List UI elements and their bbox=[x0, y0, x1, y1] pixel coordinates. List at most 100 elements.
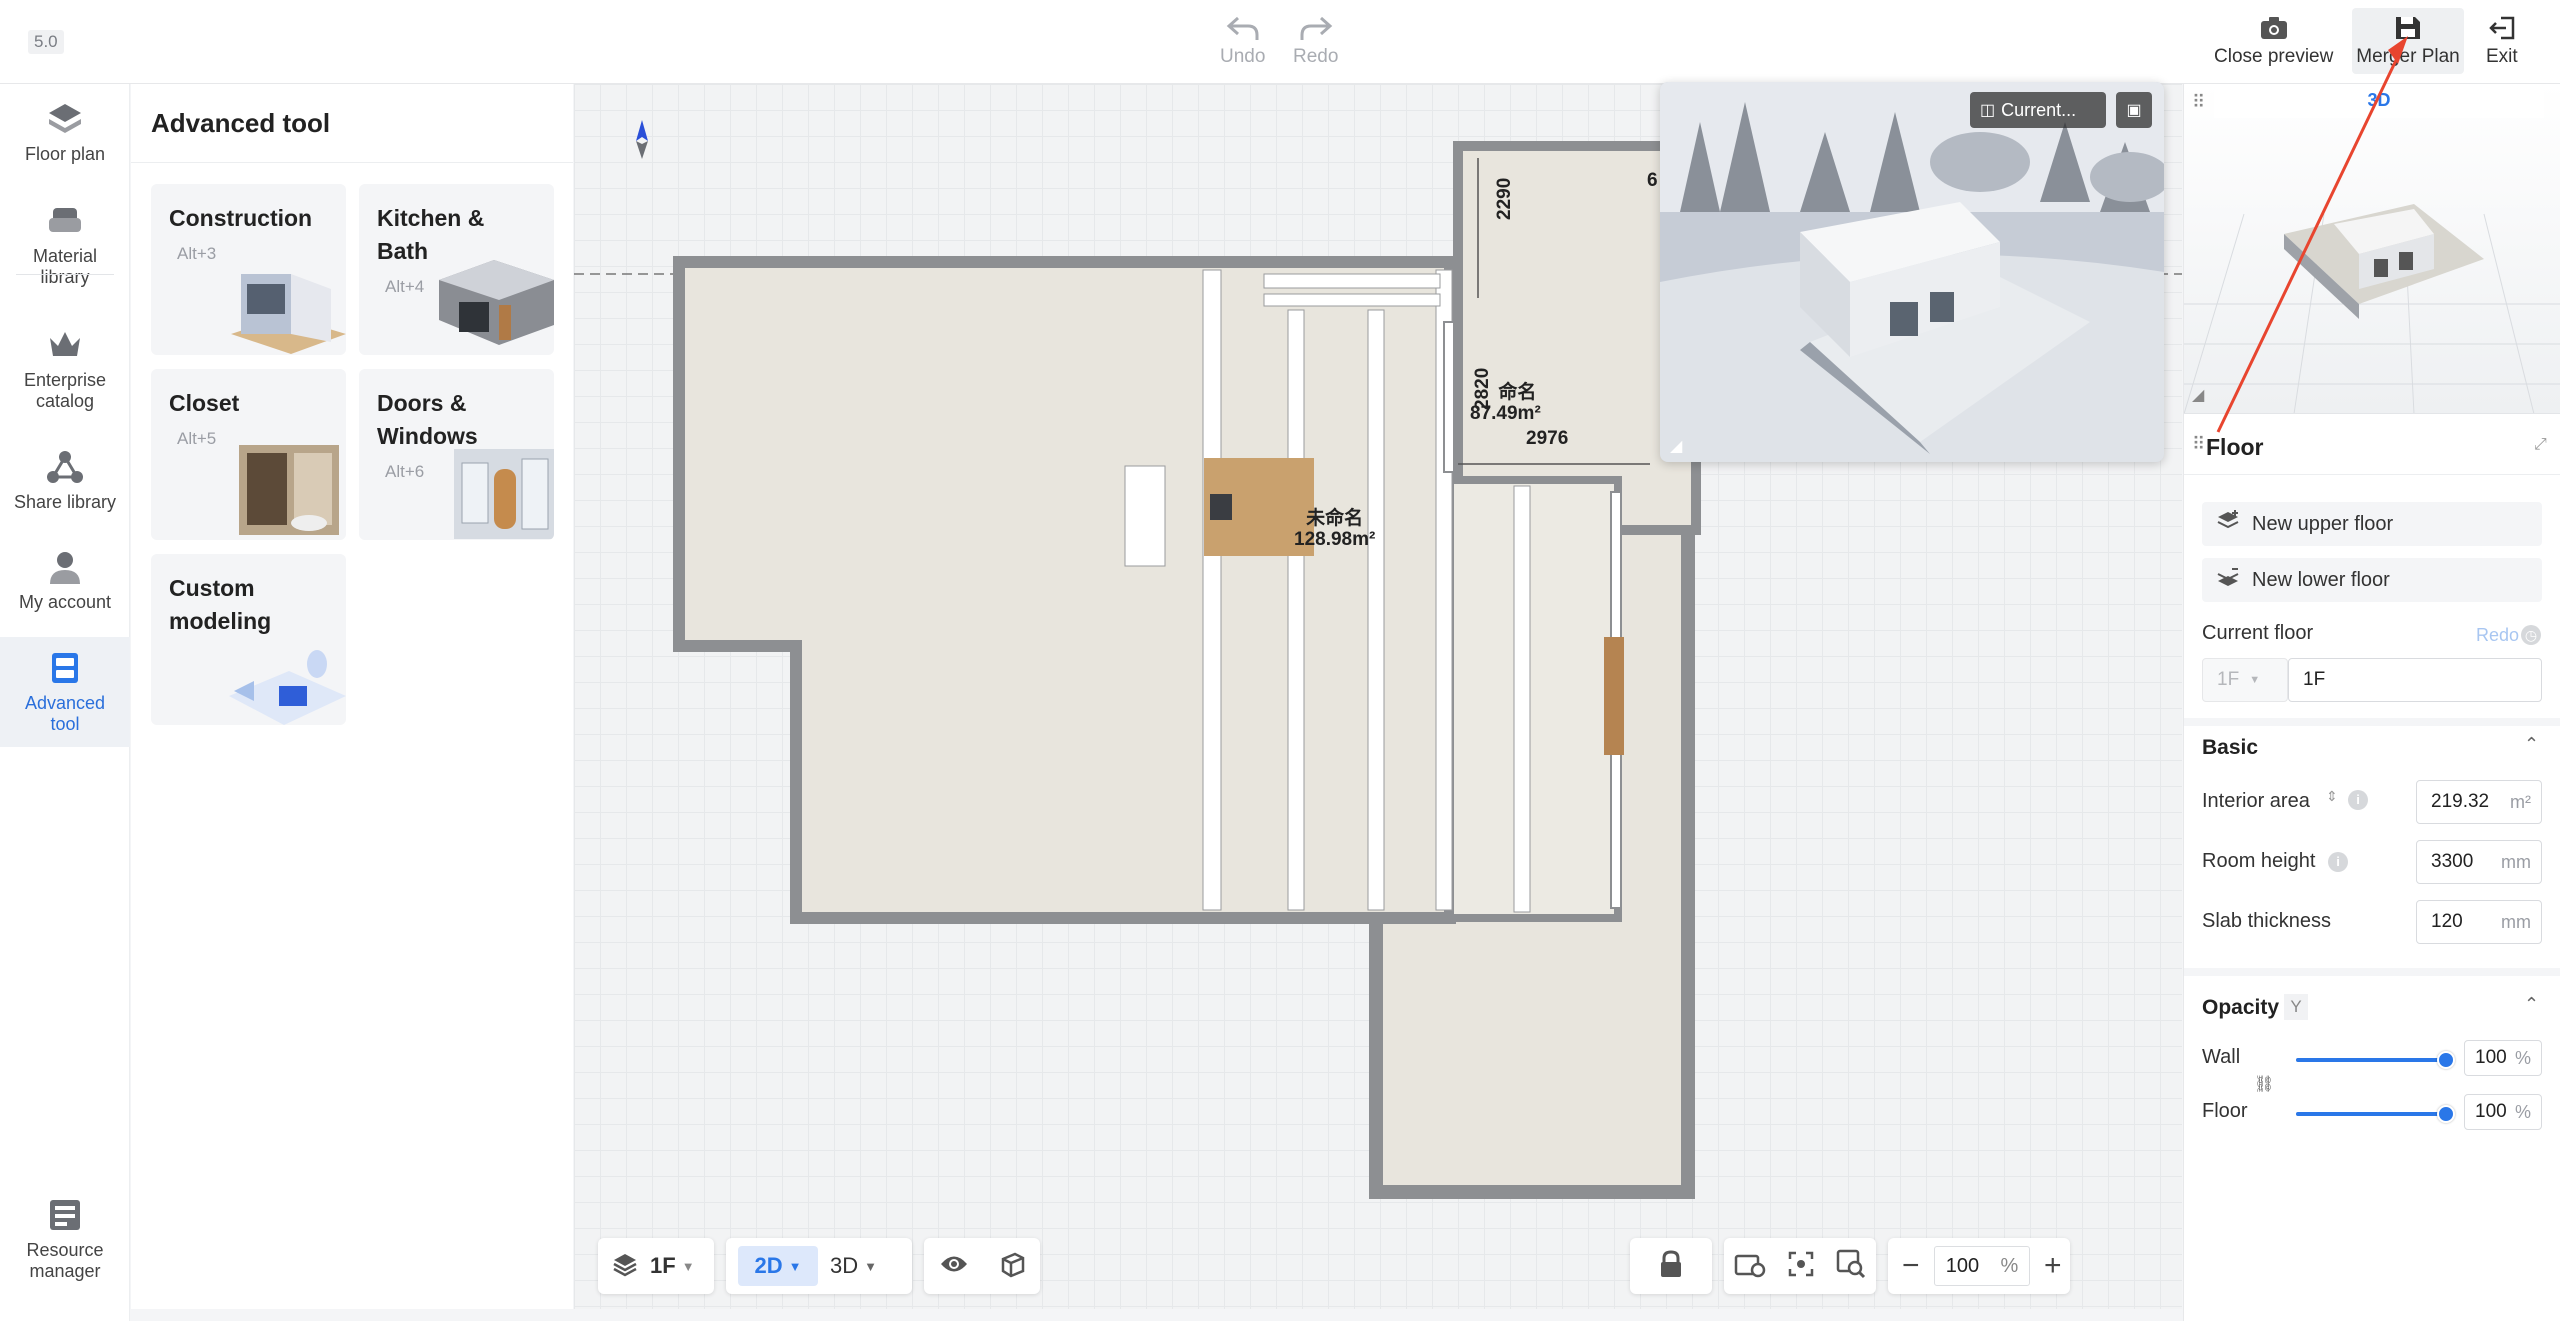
info-icon[interactable]: i bbox=[2328, 852, 2348, 872]
wall-slider-knob[interactable] bbox=[2437, 1051, 2455, 1069]
merger-plan-label: Merger Plan bbox=[2356, 46, 2460, 67]
nav-material-library[interactable]: Material library bbox=[0, 202, 130, 288]
drag-handle-icon[interactable]: ⠿ bbox=[2192, 434, 2205, 455]
advanced-tool-panel: Advanced tool Construction Alt+3 Kitchen… bbox=[131, 84, 573, 1309]
user-icon bbox=[46, 548, 84, 586]
mode-2d-label: 2D bbox=[754, 1253, 783, 1278]
chevron-up-icon[interactable]: ⌃ bbox=[2524, 994, 2539, 1015]
mode-3d-button[interactable]: 3D ▼ bbox=[830, 1253, 877, 1279]
lock-icon bbox=[1658, 1249, 1684, 1284]
3d-preview-window[interactable]: ◫ Current... ▣ ◢ bbox=[1660, 82, 2164, 462]
fullscreen-button[interactable]: ▣ bbox=[2116, 92, 2152, 128]
room-height-input[interactable]: 3300 mm bbox=[2416, 840, 2542, 884]
merger-plan-button[interactable]: Merger Plan bbox=[2352, 8, 2464, 74]
floor-section-title: Floor bbox=[2206, 434, 2264, 460]
tool-card-doors-windows[interactable]: Doors & Windows Alt+6 bbox=[359, 369, 554, 540]
current-floor-redo[interactable]: Redo bbox=[2476, 625, 2519, 646]
resize-handle-icon[interactable]: ◢ bbox=[1670, 436, 1682, 456]
camera-view-icon: ◫ bbox=[1980, 102, 1996, 119]
new-upper-floor-button[interactable]: New upper floor bbox=[2202, 502, 2542, 546]
eye-icon[interactable] bbox=[939, 1253, 969, 1280]
redo-button[interactable]: Redo bbox=[1293, 14, 1338, 68]
resource-manager-icon bbox=[46, 1196, 84, 1234]
card-shortcut: Alt+6 bbox=[385, 462, 425, 481]
lock-control[interactable] bbox=[1630, 1238, 1712, 1294]
screenshot-settings-icon[interactable] bbox=[1734, 1250, 1766, 1283]
zoom-out-icon[interactable]: − bbox=[1902, 1249, 1922, 1283]
current-floor-label: Current floor bbox=[2202, 622, 2314, 644]
top-toolbar: 5.0 Undo Redo Close preview Merger Plan … bbox=[0, 0, 2560, 84]
tool-card-custom-modeling[interactable]: Custom modeling bbox=[151, 554, 346, 725]
nav-advanced-tool[interactable]: Advanced tool bbox=[0, 637, 130, 747]
floor-name-input[interactable]: 1F bbox=[2288, 658, 2542, 702]
nav-share-library[interactable]: Share library bbox=[0, 448, 130, 513]
zoom-input[interactable]: 100 % bbox=[1934, 1246, 2030, 1286]
floor-plan-icon bbox=[46, 100, 84, 138]
close-preview-label: Close preview bbox=[2214, 46, 2334, 67]
nav-floor-plan-label: Floor plan bbox=[24, 144, 106, 164]
save-icon bbox=[2393, 14, 2423, 46]
cube-icon[interactable] bbox=[998, 1250, 1026, 1283]
resize-handle-icon[interactable]: ◢ bbox=[2192, 385, 2204, 405]
undo-button[interactable]: Undo bbox=[1220, 14, 1265, 68]
floor-opacity-unit: % bbox=[2514, 1101, 2531, 1122]
wall-slider-fill bbox=[2296, 1058, 2446, 1062]
view-mode-toggle[interactable]: 2D ▼ 3D ▼ bbox=[726, 1238, 912, 1294]
link-icon[interactable]: ⛓ bbox=[2254, 1074, 2274, 1094]
floor-slider-knob[interactable] bbox=[2437, 1105, 2455, 1123]
view-tab-3d[interactable]: 3D bbox=[2214, 90, 2544, 118]
opacity-section-title: Opacity bbox=[2202, 996, 2280, 1019]
room-label[interactable]: 未命名 128.98m² bbox=[1294, 508, 1375, 550]
crown-icon bbox=[46, 326, 84, 364]
camera-view-button[interactable]: ◫ Current... bbox=[1970, 92, 2106, 128]
card-shortcut: Alt+3 bbox=[177, 244, 217, 263]
slab-thickness-input[interactable]: 120 mm bbox=[2416, 900, 2542, 944]
zoom-fit-icon[interactable] bbox=[1836, 1249, 1866, 1284]
sofa-icon bbox=[46, 202, 84, 240]
layers-up-icon bbox=[2216, 510, 2244, 538]
room-name: 未命名 bbox=[1306, 508, 1364, 529]
camera-controls bbox=[1724, 1238, 1876, 1294]
interior-area-input[interactable]: 219.32 m² bbox=[2416, 780, 2542, 824]
floor-number-value: 1F bbox=[2217, 669, 2240, 690]
floor-opacity-input[interactable]: 100 % bbox=[2464, 1094, 2542, 1130]
dimension-label: 2976 bbox=[1526, 428, 1569, 449]
interior-area-unit: m² bbox=[2510, 791, 2531, 812]
chevron-up-icon[interactable]: ⌃ bbox=[2524, 734, 2539, 755]
dimension-label: 2820 bbox=[1472, 367, 1493, 410]
chevron-down-icon: ▼ bbox=[681, 1258, 695, 1274]
sort-icon[interactable]: ⇕ bbox=[2326, 788, 2338, 805]
opacity-shortcut-badge: Y bbox=[2284, 994, 2308, 1020]
drag-handle-icon[interactable]: ⠿ bbox=[2192, 92, 2205, 113]
custom-modeling-illustration bbox=[229, 650, 346, 725]
info-icon[interactable]: i bbox=[2348, 790, 2368, 810]
room-height-value: 3300 bbox=[2431, 851, 2474, 872]
close-preview-button[interactable]: Close preview bbox=[2214, 14, 2333, 68]
wall-opacity-input[interactable]: 100 % bbox=[2464, 1040, 2542, 1076]
floor-number-select[interactable]: 1F ▼ bbox=[2202, 658, 2288, 702]
panel-divider bbox=[131, 162, 573, 163]
camera-view-label: Current... bbox=[2001, 99, 2077, 120]
nav-my-account[interactable]: My account bbox=[0, 548, 130, 613]
properties-panel: ⠿ 3D ◢ ⠿ Floor ⤢ New upper floor New low… bbox=[2183, 84, 2560, 1321]
mini-3d-view[interactable]: ⠿ 3D ◢ bbox=[2184, 84, 2560, 414]
tool-card-construction[interactable]: Construction Alt+3 bbox=[151, 184, 346, 355]
zoom-in-icon[interactable]: + bbox=[2044, 1249, 2062, 1283]
chevron-down-icon: ▼ bbox=[864, 1258, 877, 1274]
nav-resource-manager[interactable]: Resource manager bbox=[0, 1196, 130, 1282]
expand-icon[interactable]: ⤢ bbox=[2534, 436, 2547, 454]
exit-button[interactable]: Exit bbox=[2486, 14, 2518, 68]
nav-enterprise-catalog[interactable]: Enterprise catalog bbox=[0, 326, 130, 412]
floor-selector[interactable]: 1F ▼ bbox=[598, 1238, 714, 1294]
new-lower-floor-button[interactable]: New lower floor bbox=[2202, 558, 2542, 602]
interior-area-value: 219.32 bbox=[2431, 791, 2490, 812]
closet-illustration bbox=[239, 445, 339, 535]
undo-label: Undo bbox=[1220, 46, 1266, 67]
tool-card-closet[interactable]: Closet Alt+5 bbox=[151, 369, 346, 540]
nav-floor-plan[interactable]: Floor plan bbox=[0, 100, 130, 165]
clock-icon: ◷ bbox=[2521, 625, 2541, 645]
tool-card-kitchen-bath[interactable]: Kitchen & Bath Alt+4 bbox=[359, 184, 554, 355]
wall-opacity-unit: % bbox=[2514, 1047, 2531, 1068]
mode-2d-button[interactable]: 2D ▼ bbox=[738, 1246, 818, 1286]
focus-icon[interactable] bbox=[1787, 1250, 1815, 1283]
